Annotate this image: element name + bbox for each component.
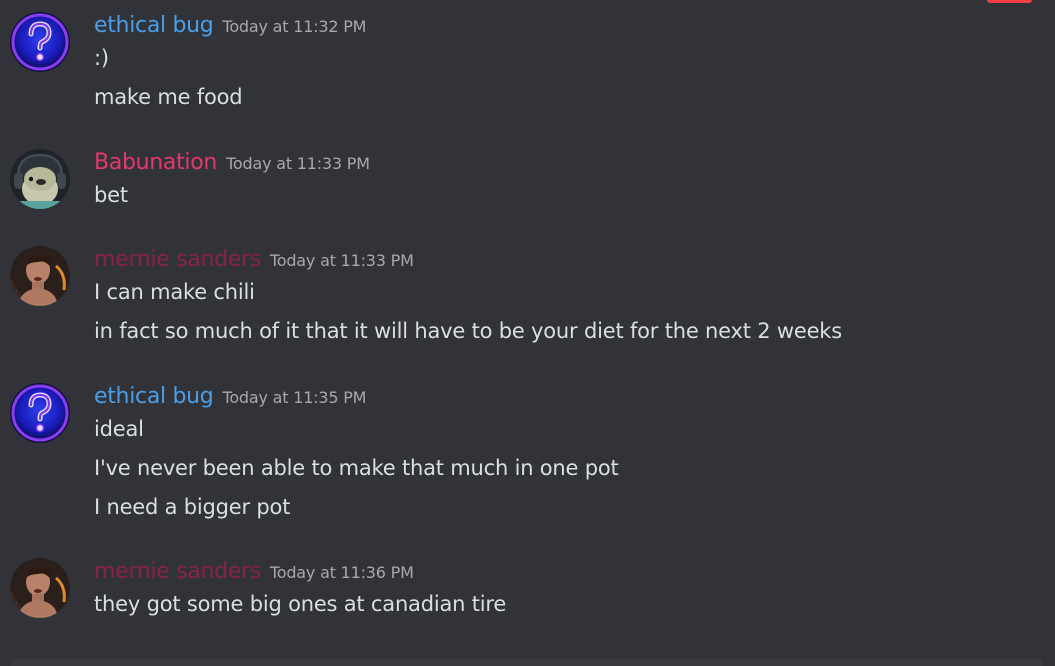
question-mark-avatar-icon[interactable] [10,383,70,443]
timestamp[interactable]: Today at 11:33 PM [226,154,370,173]
message-header: ethical bug Today at 11:35 PM [94,383,366,411]
message-composer[interactable] [10,658,1043,666]
message-text: I've never been able to make that much i… [94,456,619,480]
man-portrait-avatar-icon[interactable] [10,246,70,306]
message-header: ethical bug Today at 11:32 PM [94,12,366,40]
message-text: I can make chili [94,280,255,304]
creature-avatar-icon[interactable] [10,149,70,209]
timestamp[interactable]: Today at 11:32 PM [222,17,366,36]
message-header: mernie sanders Today at 11:36 PM [94,558,414,586]
username[interactable]: ethical bug [94,13,214,38]
message-text: in fact so much of it that it will have … [94,319,842,343]
message-text: they got some big ones at canadian tire [94,592,507,616]
message-header: Babunation Today at 11:33 PM [94,149,370,177]
question-mark-avatar-icon[interactable] [10,12,70,72]
username[interactable]: Babunation [94,150,217,175]
message-text: :) [94,46,109,70]
message-text: ideal [94,417,144,441]
timestamp[interactable]: Today at 11:33 PM [270,251,414,270]
username[interactable]: mernie sanders [94,559,261,584]
timestamp[interactable]: Today at 11:36 PM [270,563,414,582]
username[interactable]: ethical bug [94,384,214,409]
chat-message-list: ethical bug Today at 11:32 PM :) make me … [0,0,1055,666]
message-header: mernie sanders Today at 11:33 PM [94,246,414,274]
notification-tab[interactable] [987,0,1032,3]
man-portrait-avatar-icon[interactable] [10,558,70,618]
message-text: bet [94,183,128,207]
timestamp[interactable]: Today at 11:35 PM [222,388,366,407]
message-text: I need a bigger pot [94,495,291,519]
message-text: make me food [94,85,243,109]
username[interactable]: mernie sanders [94,247,261,272]
